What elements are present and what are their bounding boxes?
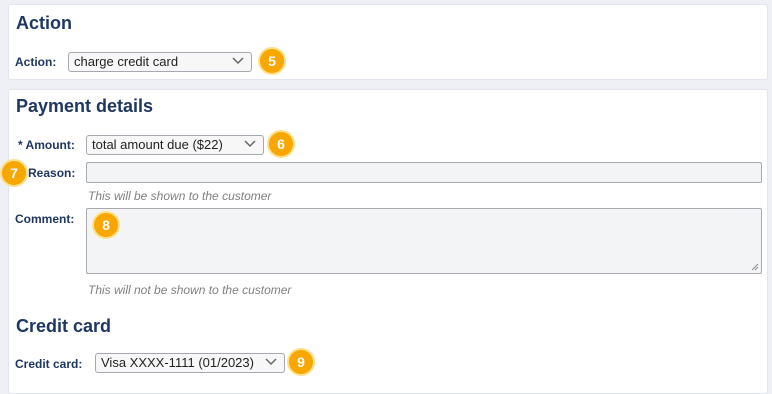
reason-hint: This will be shown to the customer bbox=[88, 189, 272, 203]
payment-section-title: Payment details bbox=[16, 96, 154, 116]
step-badge-7: 7 bbox=[0, 159, 28, 187]
payment-details-panel: Payment details * Amount: total amount d… bbox=[0, 89, 768, 394]
action-label: Action: bbox=[15, 55, 57, 69]
step-badge-6: 6 bbox=[267, 130, 295, 158]
credit-card-label: Credit card: bbox=[15, 357, 83, 371]
chevron-down-icon bbox=[265, 358, 277, 366]
comment-label: Comment: bbox=[15, 212, 75, 226]
step-badge-8: 8 bbox=[92, 211, 120, 239]
amount-select-value: total amount due ($22) bbox=[92, 137, 223, 152]
chevron-down-icon bbox=[232, 57, 244, 65]
action-section-title: Action bbox=[16, 13, 72, 33]
comment-textarea[interactable]: 8 bbox=[86, 208, 762, 274]
comment-hint: This will not be shown to the customer bbox=[88, 283, 292, 297]
step-badge-9: 9 bbox=[287, 348, 315, 376]
reason-input[interactable] bbox=[86, 162, 762, 183]
resize-grip-icon[interactable] bbox=[751, 263, 759, 271]
reason-label: Reason: bbox=[28, 166, 76, 180]
credit-card-section-title: Credit card bbox=[16, 316, 112, 336]
amount-label: * Amount: bbox=[18, 138, 75, 152]
chevron-down-icon bbox=[244, 140, 256, 148]
credit-card-select[interactable]: Visa XXXX-1111 (01/2023) bbox=[95, 353, 285, 373]
action-select[interactable]: charge credit card bbox=[68, 52, 252, 72]
step-badge-5: 5 bbox=[258, 47, 286, 75]
amount-select[interactable]: total amount due ($22) bbox=[86, 135, 264, 155]
action-panel: Action Action: charge credit card 5 bbox=[8, 4, 768, 80]
credit-card-select-value: Visa XXXX-1111 (01/2023) bbox=[101, 355, 254, 370]
action-select-value: charge credit card bbox=[74, 54, 179, 69]
